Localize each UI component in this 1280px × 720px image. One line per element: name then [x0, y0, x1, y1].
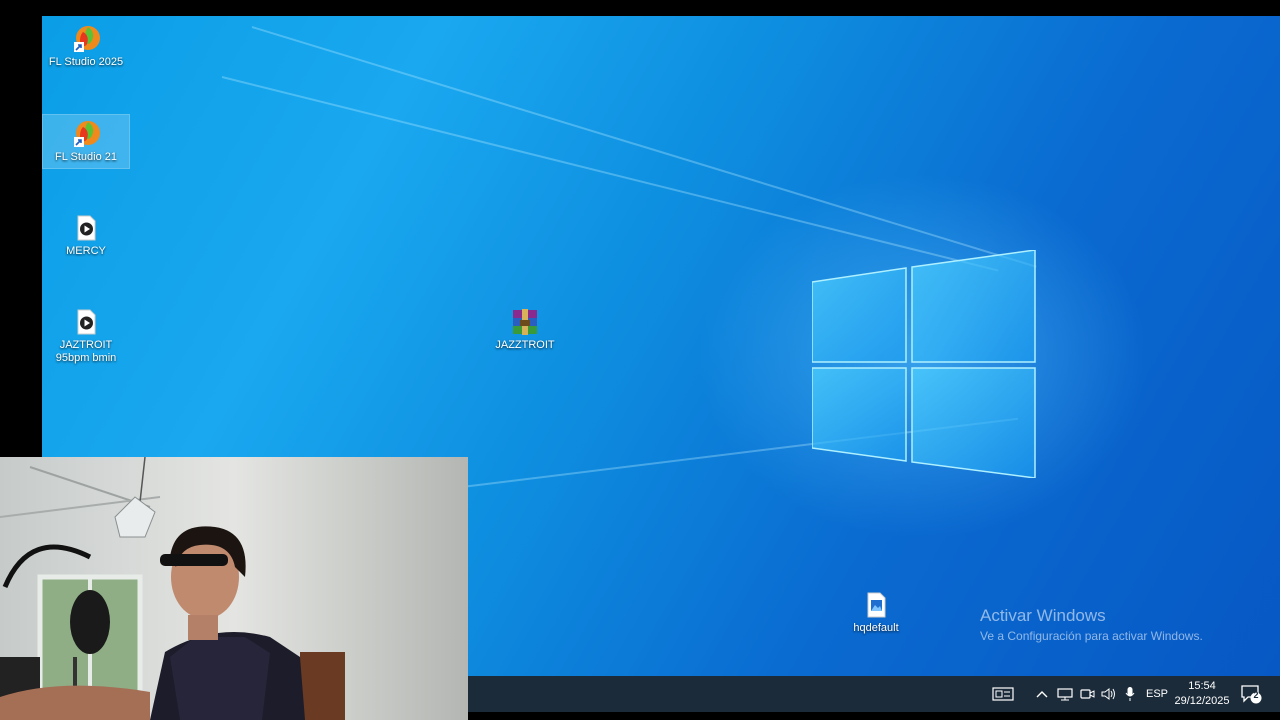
- language-indicator[interactable]: ESP: [1144, 676, 1170, 712]
- taskbar: ESP 15:54 29/12/2025 2: [468, 676, 1280, 712]
- image-file-icon: [867, 592, 886, 618]
- desktop-icon-mercy[interactable]: MERCY: [43, 209, 129, 262]
- webcam-feed-image: [0, 457, 468, 720]
- desktop-icon-label: hqdefault: [853, 622, 899, 634]
- chevron-up-icon[interactable]: [1034, 676, 1050, 712]
- clock-time: 15:54: [1188, 680, 1216, 692]
- activate-windows-subtitle: Ve a Configuración para activar Windows.: [980, 629, 1203, 643]
- network-icon[interactable]: [1056, 676, 1074, 712]
- desktop-icon-label: JAZZTROIT: [495, 339, 555, 351]
- webcam-overlay: [0, 457, 468, 720]
- desktop-icon-fl-studio-21[interactable]: FL Studio 21: [42, 114, 130, 169]
- desktop-icon-label: FL Studio 21: [55, 151, 117, 163]
- volume-icon[interactable]: [1100, 676, 1118, 712]
- audio-file-icon: [77, 309, 96, 335]
- desktop-icon-label: FL Studio 2025: [48, 56, 124, 68]
- notification-count: 2: [1253, 690, 1259, 700]
- audio-file-icon: [77, 215, 96, 241]
- windows-logo: [812, 250, 1036, 478]
- news-widget-icon[interactable]: [990, 676, 1016, 712]
- winrar-archive-icon: [513, 309, 537, 335]
- desktop-icon-label: JAZTROIT 95bpm bmin: [55, 339, 117, 364]
- light-beam: [221, 76, 999, 272]
- microphone-icon[interactable]: [1122, 676, 1138, 712]
- clock-date: 29/12/2025: [1174, 695, 1230, 707]
- desktop-icon-fl-studio-2025[interactable]: FL Studio 2025: [43, 20, 129, 73]
- desktop-icon-jaztroit-95bpm[interactable]: JAZTROIT 95bpm bmin: [43, 303, 129, 369]
- desktop-icon-hqdefault[interactable]: hqdefault: [833, 586, 919, 639]
- desktop-icon-label: MERCY: [66, 245, 106, 257]
- meet-now-icon[interactable]: [1078, 676, 1096, 712]
- fl-studio-icon: [74, 26, 100, 52]
- activate-windows-title: Activar Windows: [980, 606, 1106, 625]
- fl-studio-icon: [74, 121, 100, 147]
- light-beam: [251, 26, 1037, 268]
- notification-center-icon[interactable]: 2: [1238, 676, 1264, 712]
- desktop-icon-jazztroit-archive[interactable]: JAZZTROIT: [482, 303, 568, 356]
- taskbar-clock[interactable]: 15:54 29/12/2025: [1170, 679, 1234, 709]
